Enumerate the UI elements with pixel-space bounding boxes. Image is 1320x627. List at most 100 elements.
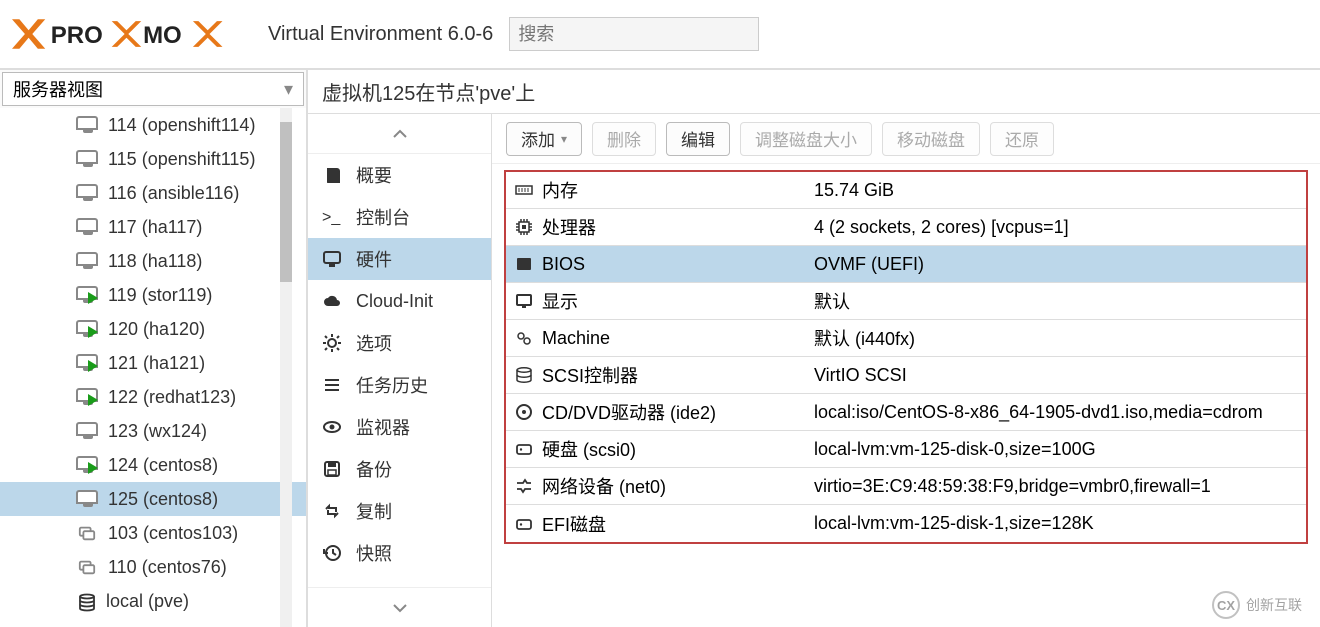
add-button-label: 添加 [521,126,555,151]
move-disk-button[interactable]: 移动磁盘 [882,122,980,156]
nav-scroll-down[interactable] [308,587,491,627]
hdd-icon [506,514,542,534]
chevron-down-icon: ▾ [284,79,293,100]
hardware-row-disc[interactable]: CD/DVD驱动器 (ide2)local:iso/CentOS-8-x86_6… [506,394,1306,431]
nav-item-label: 控制台 [356,204,410,230]
hardware-row-gears[interactable]: Machine默认 (i440fx) [506,320,1306,357]
book-icon [322,165,344,185]
nav-item-label: 硬件 [356,246,392,272]
content-body: 概要控制台硬件 Cloud-Init选项任务历史监视器备份复制快照 添加 ▾ 删除… [308,114,1320,627]
hardware-key: 显示 [542,288,810,314]
nav-item-list[interactable]: 任务历史 [308,364,491,406]
nav-item-retweet[interactable]: 复制 [308,490,491,532]
tree-item-label: 123 (wx124) [108,421,207,442]
chevron-down-icon: ▾ [561,132,567,146]
running-indicator-icon [88,462,98,474]
tree-view-selector[interactable]: 服务器视图 ▾ [2,72,304,106]
tree-item-vm-7[interactable]: 121 (ha121) [0,346,306,380]
hardware-value: OVMF (UEFI) [810,254,1306,275]
resource-tree-panel: 服务器视图 ▾ 114 (openshift114) 115 (openshift… [0,70,308,627]
hardware-row-display[interactable]: 显示默认 [506,283,1306,320]
watermark: CX 创新互联 [1212,591,1302,619]
history-icon [322,543,344,563]
hardware-key: 处理器 [542,214,810,240]
bios-icon [506,254,542,274]
tree-item-vm-9[interactable]: 123 (wx124) [0,414,306,448]
hardware-key: BIOS [542,254,810,275]
svg-text:MO: MO [143,22,182,49]
tree-item-vm-10[interactable]: 124 (centos8) [0,448,306,482]
tree-item-label: 115 (openshift115) [108,149,255,170]
hardware-row-stack[interactable]: SCSI控制器VirtIO SCSI [506,357,1306,394]
tree-item-label: 116 (ansible116) [108,183,239,204]
gear-icon [322,333,344,353]
nav-item-eye[interactable]: 监视器 [308,406,491,448]
nav-item-monitor[interactable]: 硬件 [308,238,491,280]
hardware-row-hdd[interactable]: EFI磁盘local-lvm:vm-125-disk-1,size=128K [506,505,1306,542]
tree-item-label: 122 (redhat123) [108,387,236,408]
nav-item-terminal[interactable]: 控制台 [308,196,491,238]
revert-button[interactable]: 还原 [990,122,1054,156]
vm-icon [76,456,100,474]
tree-item-vm-3[interactable]: 117 (ha117) [0,210,306,244]
nav-item-book[interactable]: 概要 [308,154,491,196]
vm-icon [76,184,100,202]
tree-item-label: 110 (centos76) [108,557,227,578]
vm-icon [76,320,100,338]
resize-disk-button[interactable]: 调整磁盘大小 [740,122,872,156]
tree-view-label: 服务器视图 [13,76,103,102]
edit-button[interactable]: 编辑 [666,122,730,156]
hdd-icon [506,439,542,459]
hardware-panel: 添加 ▾ 删除 编辑 调整磁盘大小 移动磁盘 还原 内存15.74 GiB处理器… [492,114,1320,627]
eye-icon [322,417,344,437]
hardware-row-bios[interactable]: BIOSOVMF (UEFI) [506,246,1306,283]
proxmox-logo: PRO MO [12,14,252,54]
hardware-row-hdd[interactable]: 硬盘 (scsi0)local-lvm:vm-125-disk-0,size=1… [506,431,1306,468]
chevron-down-icon [393,603,407,613]
add-button[interactable]: 添加 ▾ [506,122,582,156]
vm-icon [76,150,100,168]
gears-icon [506,328,542,348]
tree-item-storage-14[interactable]: local (pve) [0,584,306,618]
remove-button[interactable]: 删除 [592,122,656,156]
tree-scrollbar-thumb[interactable] [280,122,292,282]
tree-item-label: 120 (ha120) [108,319,205,340]
hardware-row-net[interactable]: 网络设备 (net0)virtio=3E:C9:48:59:38:F9,brid… [506,468,1306,505]
tree-item-vm-5[interactable]: 119 (stor119) [0,278,306,312]
tree-item-vm-0[interactable]: 114 (openshift114) [0,108,306,142]
search-input[interactable] [509,17,759,51]
save-icon [322,459,344,479]
nav-item-save[interactable]: 备份 [308,448,491,490]
hardware-row-memory[interactable]: 内存15.74 GiB [506,172,1306,209]
nav-item-label: 监视器 [356,414,410,440]
tree-item-vm-1[interactable]: 115 (openshift115) [0,142,306,176]
tree-item-vm-2[interactable]: 116 (ansible116) [0,176,306,210]
vm-icon [76,252,100,270]
monitor-icon [322,249,344,269]
nav-item-label: 备份 [356,456,392,482]
nav-scroll-up[interactable] [308,114,491,154]
vm-icon [76,388,100,406]
tree-item-vm-6[interactable]: 120 (ha120) [0,312,306,346]
tree-item-lxc-12[interactable]: 103 (centos103) [0,516,306,550]
storage-icon [76,592,98,610]
content-title: 虚拟机125在节点'pve'上 [308,70,1320,114]
tree-item-lxc-13[interactable]: 110 (centos76) [0,550,306,584]
watermark-text: 创新互联 [1246,595,1302,615]
tree-item-vm-11[interactable]: 125 (centos8) [0,482,306,516]
nav-item-cloud[interactable]: Cloud-Init [308,280,491,322]
svg-text:PRO: PRO [51,22,103,49]
tree-item-vm-8[interactable]: 122 (redhat123) [0,380,306,414]
vm-icon [76,218,100,236]
hardware-row-cpu[interactable]: 处理器4 (2 sockets, 2 cores) [vcpus=1] [506,209,1306,246]
tree-item-vm-4[interactable]: 118 (ha118) [0,244,306,278]
tree-item-label: local (pve) [106,591,189,612]
cpu-icon [506,217,542,237]
nav-item-gear[interactable]: 选项 [308,322,491,364]
nav-item-history[interactable]: 快照 [308,532,491,574]
hardware-value: 4 (2 sockets, 2 cores) [vcpus=1] [810,217,1306,238]
hardware-value: local:iso/CentOS-8-x86_64-1905-dvd1.iso,… [810,402,1306,423]
vm-icon [76,286,100,304]
hardware-value: local-lvm:vm-125-disk-0,size=100G [810,439,1306,460]
tree-item-label: 103 (centos103) [108,523,238,544]
